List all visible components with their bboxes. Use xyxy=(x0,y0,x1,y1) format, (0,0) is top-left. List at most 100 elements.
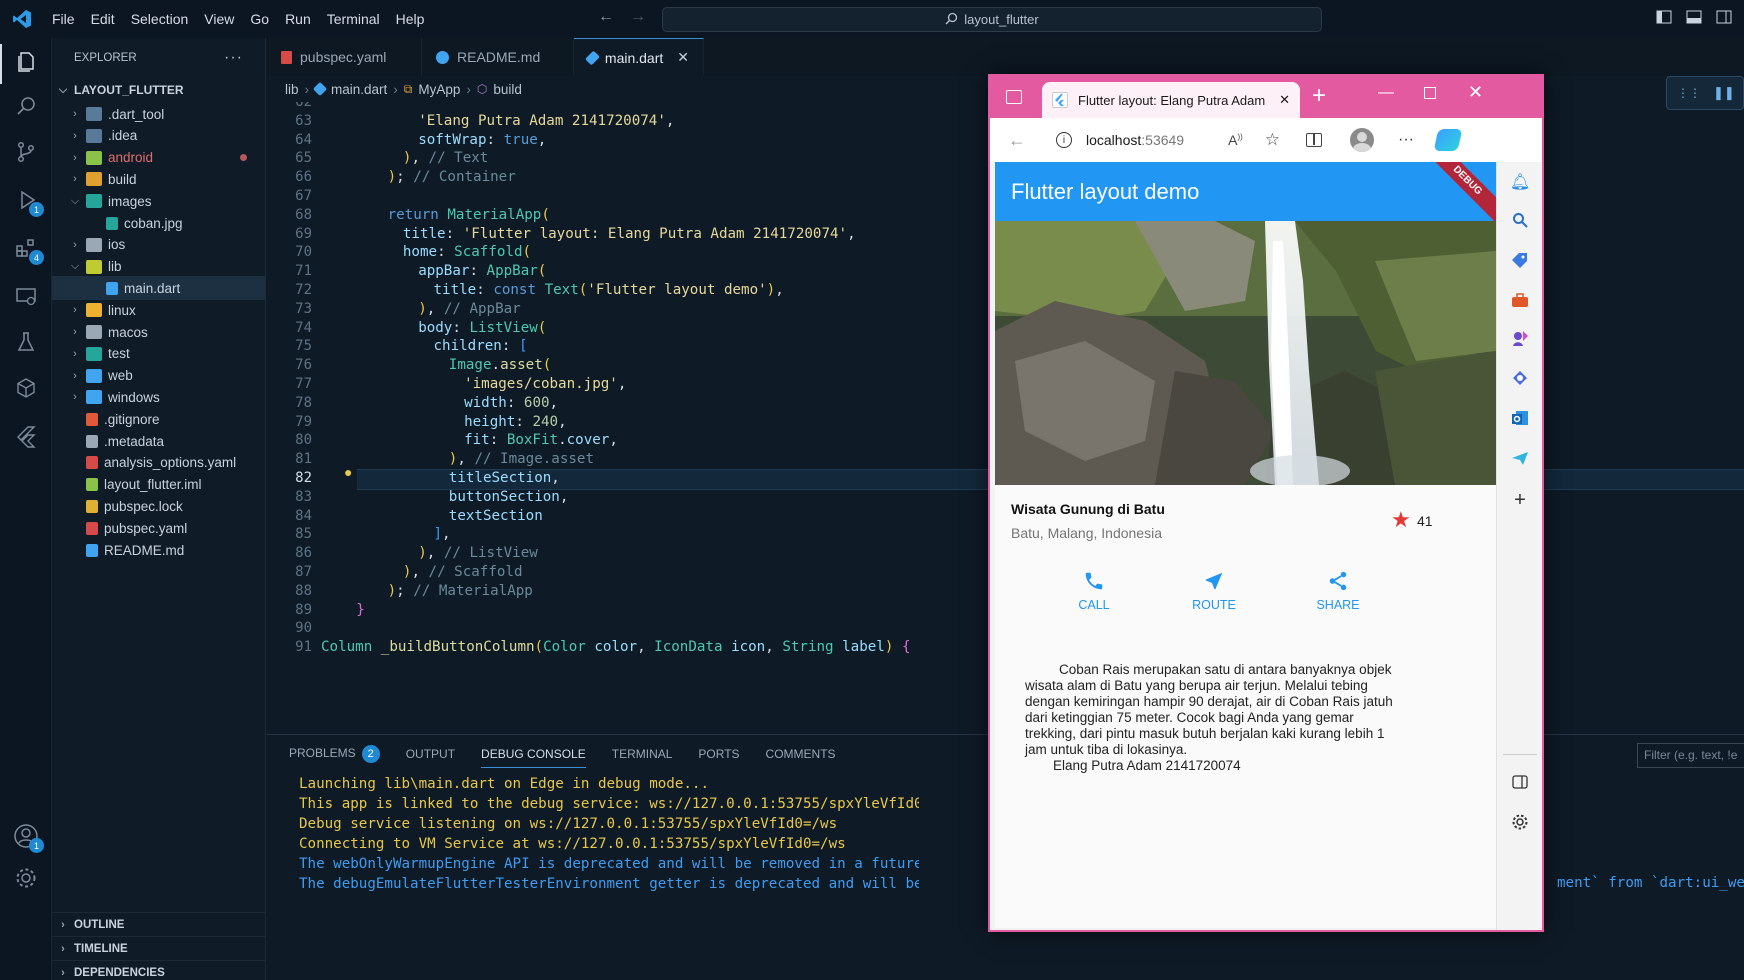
search-icon[interactable] xyxy=(12,92,40,120)
star-icon[interactable]: ★ xyxy=(1391,507,1411,533)
breadcrumb-lib[interactable]: lib xyxy=(285,82,299,97)
panel-tab-terminal[interactable]: TERMINAL xyxy=(612,747,673,761)
panel-tab-ports[interactable]: PORTS xyxy=(698,747,739,761)
source-control-icon[interactable] xyxy=(12,138,40,166)
section-timeline[interactable]: › TIMELINE xyxy=(52,936,265,960)
tab-main-dart[interactable]: main.dart ✕ xyxy=(574,38,704,76)
toggle-sidebar-icon[interactable] xyxy=(1656,10,1672,27)
panel-tab-debug-console[interactable]: DEBUG CONSOLE xyxy=(481,740,586,768)
breadcrumb-main-dart[interactable]: main.dart xyxy=(331,82,387,97)
hide-sidebar-icon[interactable] xyxy=(1510,772,1530,792)
tree-item-analysis-options-yaml[interactable]: analysis_options.yaml xyxy=(52,451,265,475)
breadcrumb-build[interactable]: build xyxy=(493,82,522,97)
shopping-tag-icon[interactable] xyxy=(1510,250,1530,270)
menu-run[interactable]: Run xyxy=(277,0,319,38)
menu-go[interactable]: Go xyxy=(242,0,277,38)
manage-gear-icon[interactable] xyxy=(12,864,40,892)
tree-item-web[interactable]: › web xyxy=(52,364,265,388)
tree-item-images[interactable]: ⌵ images xyxy=(52,189,265,213)
drop-send-icon[interactable] xyxy=(1510,448,1530,468)
call-button[interactable]: CALL xyxy=(1049,570,1139,612)
profile-avatar[interactable] xyxy=(1350,128,1375,152)
read-aloud-icon[interactable]: A)) xyxy=(1228,132,1243,148)
drag-handle-icon[interactable]: ⋮⋮ xyxy=(1677,86,1701,100)
accounts-icon[interactable]: 1 xyxy=(12,822,44,853)
remote-explorer-icon[interactable] xyxy=(12,282,40,310)
containers-icon[interactable] xyxy=(12,374,40,402)
menu-edit[interactable]: Edit xyxy=(83,0,123,38)
tree-item-windows[interactable]: › windows xyxy=(52,385,265,409)
tree-item-idea[interactable]: › .idea xyxy=(52,124,265,148)
close-window-icon[interactable]: ✕ xyxy=(1468,82,1483,103)
section-dependencies[interactable]: › DEPENDENCIES xyxy=(52,960,265,980)
tree-item-ios[interactable]: › ios xyxy=(52,233,265,257)
tab-readme-md[interactable]: README.md xyxy=(422,38,574,76)
console-filter-input[interactable]: Filter (e.g. text, !e xyxy=(1637,743,1744,768)
route-button[interactable]: ROUTE xyxy=(1169,570,1259,612)
favorite-star-icon[interactable]: ☆ xyxy=(1265,130,1280,150)
menu-file[interactable]: File xyxy=(44,0,83,38)
address-bar[interactable]: localhost:53649 xyxy=(1086,132,1184,148)
lightbulb-icon[interactable]: ● xyxy=(344,464,352,480)
tab-pubspec-yaml[interactable]: pubspec.yaml xyxy=(267,38,422,76)
forward-arrow-icon[interactable]: → xyxy=(630,8,646,26)
tree-item-dart-tool[interactable]: › .dart_tool xyxy=(52,102,265,126)
share-button[interactable]: SHARE xyxy=(1293,570,1383,612)
games-icon[interactable] xyxy=(1510,328,1530,348)
sidebar-search-icon[interactable] xyxy=(1510,210,1530,230)
browser-tab[interactable]: Flutter layout: Elang Putra Adam ✕ xyxy=(1042,82,1300,118)
menu-help[interactable]: Help xyxy=(388,0,433,38)
tree-item-build[interactable]: › build xyxy=(52,167,265,191)
new-tab-icon[interactable]: + xyxy=(1312,82,1326,110)
copilot-side-icon[interactable] xyxy=(1510,368,1530,388)
project-root[interactable]: ⌵ LAYOUT_FLUTTER xyxy=(52,78,265,102)
close-tab-icon[interactable]: ✕ xyxy=(677,49,689,66)
tree-item-main-dart[interactable]: main.dart xyxy=(52,276,265,301)
add-sidebar-app-icon[interactable]: + xyxy=(1510,489,1530,511)
section-outline[interactable]: › OUTLINE xyxy=(52,912,265,936)
tree-item-gitignore[interactable]: .gitignore xyxy=(52,407,265,431)
site-info-icon[interactable]: i xyxy=(1056,132,1072,148)
outlook-icon[interactable] xyxy=(1510,408,1530,428)
panel-tab-comments[interactable]: COMMENTS xyxy=(766,747,836,761)
menu-view[interactable]: View xyxy=(196,0,242,38)
tab-actions-icon[interactable] xyxy=(1006,90,1022,104)
copilot-icon[interactable] xyxy=(1433,129,1463,151)
bell-icon[interactable]: 🔔︎ xyxy=(1510,172,1530,192)
split-screen-icon[interactable] xyxy=(1306,133,1323,147)
more-actions-icon[interactable]: ··· xyxy=(224,49,243,67)
command-center-search[interactable]: layout_flutter xyxy=(662,7,1322,32)
tree-item-android[interactable]: › android xyxy=(52,146,265,170)
toggle-secondary-sidebar-icon[interactable] xyxy=(1716,10,1732,27)
menu-selection[interactable]: Selection xyxy=(123,0,197,38)
browser-menu-icon[interactable]: ··· xyxy=(1398,131,1414,149)
tree-item-test[interactable]: › test xyxy=(52,342,265,366)
run-debug-icon[interactable]: 1 xyxy=(12,186,44,217)
tree-item-macos[interactable]: › macos xyxy=(52,320,265,344)
maximize-icon[interactable] xyxy=(1424,87,1436,99)
explorer-icon[interactable] xyxy=(12,48,40,76)
panel-tab-output[interactable]: OUTPUT xyxy=(406,747,455,761)
tree-item-linux[interactable]: › linux xyxy=(52,298,265,322)
sidebar-settings-gear-icon[interactable] xyxy=(1510,812,1530,832)
tree-item-coban-jpg[interactable]: coban.jpg xyxy=(52,211,265,235)
tools-briefcase-icon[interactable] xyxy=(1510,290,1530,310)
tree-item-metadata[interactable]: .metadata xyxy=(52,429,265,453)
extensions-icon[interactable]: 4 xyxy=(12,234,44,265)
toggle-panel-icon[interactable] xyxy=(1686,10,1702,27)
tree-item-lib[interactable]: ⌵ lib xyxy=(52,255,265,279)
pause-icon[interactable]: ❚❚ xyxy=(1713,85,1735,101)
testing-icon[interactable] xyxy=(12,328,40,356)
minimize-icon[interactable]: — xyxy=(1378,84,1394,102)
flutter-icon[interactable] xyxy=(12,422,40,450)
tree-item-layout-flutter-iml[interactable]: layout_flutter.iml xyxy=(52,473,265,497)
breadcrumb-myapp[interactable]: MyApp xyxy=(418,82,460,97)
tree-item-pubspec-lock[interactable]: pubspec.lock xyxy=(52,494,265,518)
browser-back-icon[interactable]: ← xyxy=(1008,130,1026,151)
panel-tab-problems[interactable]: PROBLEMS 2 xyxy=(289,745,380,763)
back-arrow-icon[interactable]: ← xyxy=(598,8,614,26)
menu-terminal[interactable]: Terminal xyxy=(319,0,388,38)
tree-item-pubspec-yaml[interactable]: pubspec.yaml xyxy=(52,516,265,540)
close-browser-tab-icon[interactable]: ✕ xyxy=(1279,92,1290,108)
tree-item-readme-md[interactable]: README.md xyxy=(52,538,265,562)
